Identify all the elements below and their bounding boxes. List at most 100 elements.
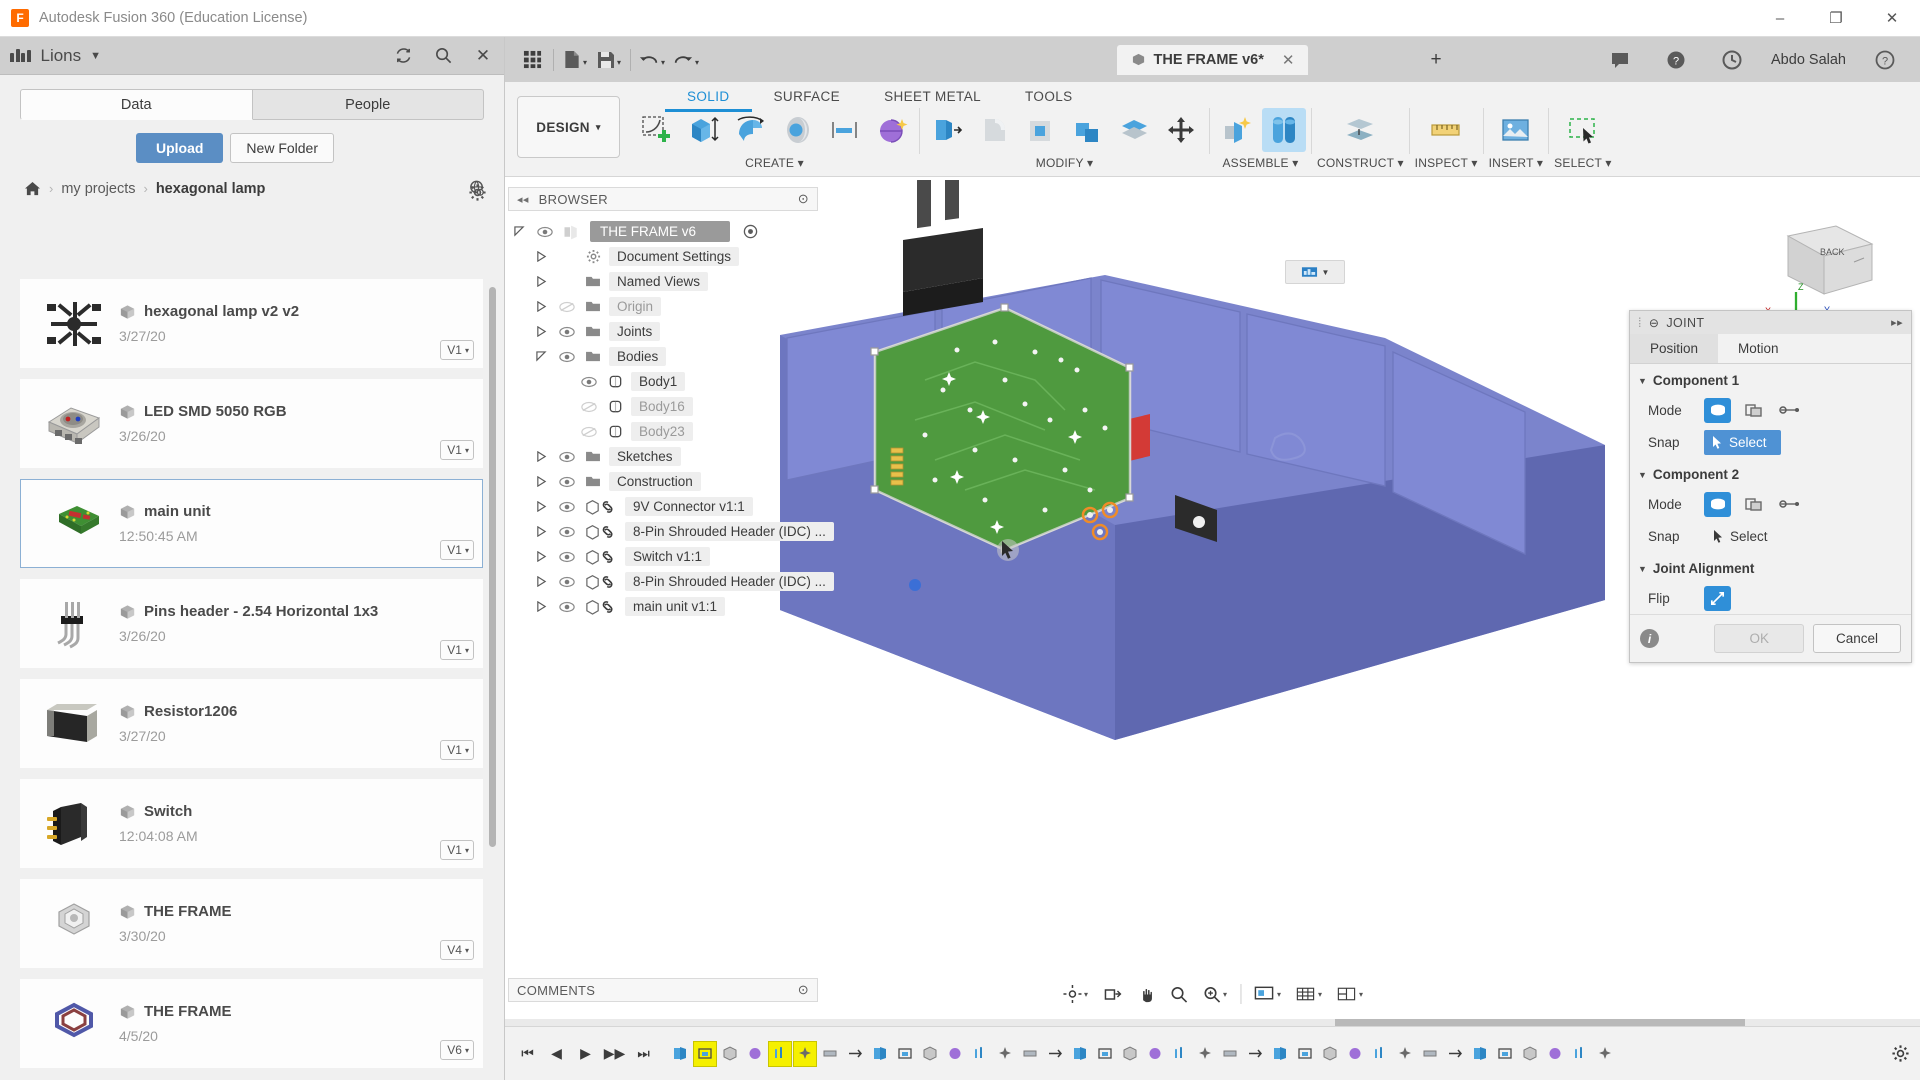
timeline-node[interactable] [1043,1041,1067,1067]
look-at-icon[interactable] [1096,980,1128,1008]
grid-snaps-icon[interactable]: ▾ [1289,980,1328,1008]
eye-hidden-icon[interactable] [557,301,577,313]
group-label-select[interactable]: SELECT ▾ [1554,156,1611,170]
home-icon[interactable] [24,181,41,196]
sweep-icon[interactable] [776,108,820,152]
item-version-badge[interactable]: V1 ▾ [440,640,474,660]
item-version-badge[interactable]: V1 ▾ [440,740,474,760]
tab-position[interactable]: Position [1630,334,1719,363]
eye-visible-icon[interactable] [557,326,577,338]
close-panel-icon[interactable]: ✕ [472,45,494,67]
redo-icon[interactable]: ▾ [669,45,703,75]
item-version-badge[interactable]: V1 ▾ [440,540,474,560]
undo-icon[interactable]: ▾ [635,45,669,75]
timeline-node[interactable] [943,1041,967,1067]
timeline-node[interactable] [1443,1041,1467,1067]
collapse-icon[interactable]: ◂◂ [517,193,529,206]
zoom-window-icon[interactable]: ▾ [1196,980,1233,1008]
orbit-icon[interactable]: ▾ [1056,980,1094,1008]
list-item[interactable]: Switch 12:04:08 AM V1 ▾ [20,779,483,868]
data-panel-item-list[interactable]: hexagonal lamp v2 v2 3/27/20 V1 ▾ LED SM… [0,279,505,1080]
timeline-first-button[interactable]: ⏮ [515,1040,540,1068]
timeline-node[interactable] [1568,1041,1592,1067]
timeline-node[interactable] [743,1041,767,1067]
eye-visible-icon[interactable] [557,576,577,588]
select-button-component-1[interactable]: Select [1704,429,1781,455]
triangle-closed-icon[interactable] [536,451,550,462]
data-panel-settings-icon[interactable] [468,183,487,202]
tree-item[interactable]: Sketches [508,444,818,469]
close-tab-icon[interactable]: ✕ [1282,51,1295,69]
timeline-node[interactable] [968,1041,992,1067]
new-document-icon[interactable]: ▾ [558,45,592,75]
timeline-node[interactable] [993,1041,1017,1067]
timeline-scrollbar-thumb[interactable] [1335,1019,1745,1026]
eye-visible-icon[interactable] [535,226,555,238]
timeline-node[interactable] [868,1041,892,1067]
joint-icon[interactable] [1262,108,1306,152]
browser-tree[interactable]: THE FRAME v6 Document Settings Named Views… [508,211,834,619]
timeline-node[interactable] [1168,1041,1192,1067]
tree-item[interactable]: Joints [508,319,818,344]
triangle-closed-icon[interactable] [536,551,550,562]
list-item[interactable]: THE FRAME 3/30/20 V4 ▾ [20,879,483,968]
tab-people[interactable]: People [252,89,484,120]
user-name[interactable]: Abdo Salah [1771,52,1846,68]
select-button-component-2[interactable]: Select [1704,522,1783,550]
tree-item[interactable]: Body23 [508,419,818,444]
tree-item[interactable]: Body16 [508,394,818,419]
mode-slider-icon[interactable] [1776,398,1803,423]
timeline-node[interactable] [1318,1041,1342,1067]
list-item[interactable]: LED SMD 5050 RGB 3/26/20 V1 ▾ [20,379,483,468]
timeline-node[interactable] [1393,1041,1417,1067]
close-icon[interactable]: ✕ [1864,0,1920,37]
eye-visible-icon[interactable] [557,451,577,463]
move-copy-icon[interactable] [1160,108,1204,152]
tab-data[interactable]: Data [20,89,253,120]
tree-item[interactable]: 8-Pin Shrouded Header (IDC) ... [508,569,834,594]
component-activate-icon[interactable] [743,224,758,239]
mode-revolute-icon[interactable] [1740,398,1767,423]
timeline-node[interactable] [1368,1041,1392,1067]
tree-item[interactable]: Bodies [508,344,818,369]
grid-apps-icon[interactable] [515,45,549,75]
timeline-node[interactable] [693,1040,717,1067]
mode-revolute-icon[interactable] [1740,492,1767,517]
item-version-badge[interactable]: V6 ▾ [440,1040,474,1060]
eye-hidden-icon[interactable] [579,426,599,438]
item-version-badge[interactable]: V1 ▾ [440,840,474,860]
timeline-node[interactable] [1143,1041,1167,1067]
sketch-create-icon[interactable] [635,108,679,152]
breadcrumb-project[interactable]: my projects [61,181,135,197]
timeline-last-button[interactable]: ⏭ [631,1040,656,1068]
tree-item[interactable]: THE FRAME v6 [508,219,818,244]
eye-visible-icon[interactable] [557,551,577,563]
timeline-node[interactable] [793,1040,817,1067]
question-icon[interactable]: ? [1868,45,1902,75]
tree-item[interactable]: Origin [508,294,818,319]
timeline-play-button[interactable]: ▶ [573,1040,598,1068]
measure-icon[interactable] [1424,108,1468,152]
triangle-open-icon[interactable] [514,226,528,237]
joint-dialog-titlebar[interactable]: ⁞ ⊖ JOINT ▸▸ [1630,311,1911,334]
eye-visible-icon[interactable] [557,351,577,363]
flip-button[interactable] [1704,585,1731,611]
group-label-construct[interactable]: CONSTRUCT ▾ [1317,156,1404,170]
timeline-node[interactable] [1468,1041,1492,1067]
timeline-node[interactable] [718,1041,742,1067]
list-item[interactable]: THE FRAME 4/5/20 V6 ▾ [20,979,483,1068]
timeline-node[interactable] [1018,1041,1042,1067]
ok-button[interactable]: OK [1714,624,1804,653]
triangle-closed-icon[interactable] [536,276,550,287]
tree-item[interactable]: Switch v1:1 [508,544,818,569]
eye-hidden-icon[interactable] [579,401,599,413]
chevron-down-icon[interactable]: ▼ [90,50,101,62]
comments-panel[interactable]: COMMENTS ⊙ [508,978,818,1002]
triangle-open-icon[interactable] [536,351,550,362]
group-label-create[interactable]: CREATE ▾ [745,156,804,170]
viewport-3d[interactable]: ▼ BACK X Z Y [505,180,1920,980]
display-settings-icon[interactable]: ▾ [1248,980,1287,1008]
item-version-badge[interactable]: V1 ▾ [440,440,474,460]
item-version-badge[interactable]: V4 ▾ [440,940,474,960]
press-pull-icon[interactable] [925,108,969,152]
